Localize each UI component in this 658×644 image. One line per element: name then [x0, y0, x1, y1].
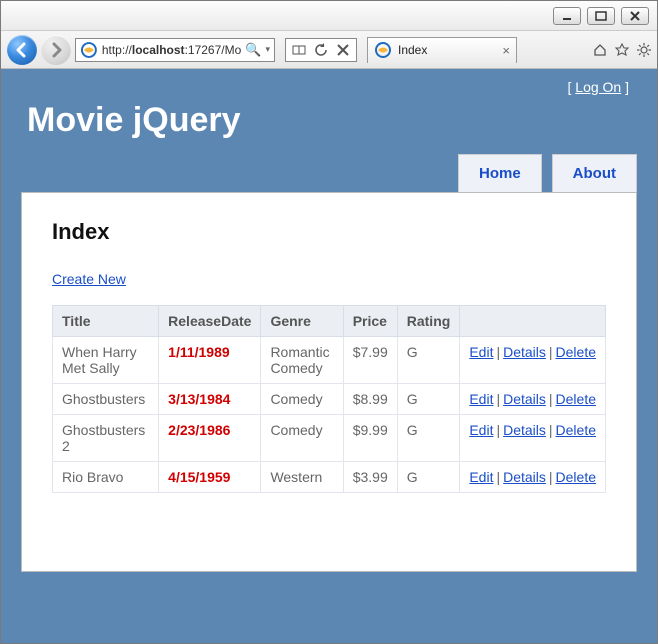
cell-release: 3/13/1984	[159, 384, 261, 415]
col-genre: Genre	[261, 306, 343, 337]
site-title: Movie jQuery	[27, 101, 637, 140]
ie-icon	[80, 41, 98, 59]
logon-close: ]	[621, 79, 629, 95]
cell-genre: Romantic Comedy	[261, 337, 343, 384]
toolbar-icons	[593, 43, 651, 57]
cell-release: 1/11/1989	[159, 337, 261, 384]
col-actions	[460, 306, 606, 337]
tab-close-icon[interactable]: ×	[502, 43, 510, 58]
cell-title: Ghostbusters 2	[53, 415, 159, 462]
address-tools	[285, 38, 357, 62]
tools-icon[interactable]	[637, 43, 651, 57]
movies-table: Title ReleaseDate Genre Price Rating Whe…	[52, 305, 606, 493]
url-text: http://localhost:17267/Mo	[102, 43, 241, 57]
col-title: Title	[53, 306, 159, 337]
refresh-icon[interactable]	[314, 43, 328, 57]
logon-link[interactable]: Log On	[575, 79, 621, 95]
delete-link[interactable]: Delete	[556, 469, 596, 485]
details-link[interactable]: Details	[503, 344, 546, 360]
site-nav: Home About	[21, 154, 637, 192]
cell-rating: G	[397, 384, 460, 415]
col-price: Price	[343, 306, 397, 337]
edit-link[interactable]: Edit	[469, 344, 493, 360]
dropdown-icon[interactable]: ▾	[265, 44, 270, 55]
cell-genre: Comedy	[261, 384, 343, 415]
cell-actions: Edit|Details|Delete	[460, 462, 606, 493]
url-rest: :17267/Mo	[185, 43, 242, 57]
nav-about[interactable]: About	[552, 154, 637, 192]
search-icon[interactable]: 🔍	[245, 42, 261, 58]
edit-link[interactable]: Edit	[469, 391, 493, 407]
cell-actions: Edit|Details|Delete	[460, 337, 606, 384]
url-host: localhost	[132, 43, 185, 57]
delete-link[interactable]: Delete	[556, 391, 596, 407]
cell-actions: Edit|Details|Delete	[460, 384, 606, 415]
details-link[interactable]: Details	[503, 469, 546, 485]
table-row: Ghostbusters 22/23/1986Comedy$9.99GEdit|…	[53, 415, 606, 462]
cell-title: When Harry Met Sally	[53, 337, 159, 384]
cell-price: $9.99	[343, 415, 397, 462]
browser-window: http://localhost:17267/Mo 🔍 ▾ Index × [ …	[0, 0, 658, 644]
cell-rating: G	[397, 337, 460, 384]
main-panel: Index Create New Title ReleaseDate Genre…	[21, 192, 637, 572]
delete-link[interactable]: Delete	[556, 344, 596, 360]
create-new-link[interactable]: Create New	[52, 271, 126, 287]
cell-title: Rio Bravo	[53, 462, 159, 493]
window-titlebar	[1, 1, 657, 31]
logon-bar: [ Log On ]	[21, 69, 637, 95]
cell-release: 2/23/1986	[159, 415, 261, 462]
browser-toolbar: http://localhost:17267/Mo 🔍 ▾ Index ×	[1, 31, 657, 69]
browser-tab[interactable]: Index ×	[367, 37, 517, 63]
ie-icon	[374, 41, 392, 59]
nav-home[interactable]: Home	[458, 154, 542, 192]
cell-release: 4/15/1959	[159, 462, 261, 493]
delete-link[interactable]: Delete	[556, 422, 596, 438]
home-icon[interactable]	[593, 43, 607, 57]
tab-title: Index	[398, 43, 427, 57]
maximize-button[interactable]	[587, 7, 615, 25]
edit-link[interactable]: Edit	[469, 422, 493, 438]
cell-price: $3.99	[343, 462, 397, 493]
edit-link[interactable]: Edit	[469, 469, 493, 485]
table-row: Rio Bravo4/15/1959Western$3.99GEdit|Deta…	[53, 462, 606, 493]
stop-icon[interactable]	[336, 43, 350, 57]
table-header-row: Title ReleaseDate Genre Price Rating	[53, 306, 606, 337]
cell-title: Ghostbusters	[53, 384, 159, 415]
back-button[interactable]	[7, 35, 37, 65]
cell-genre: Comedy	[261, 415, 343, 462]
minimize-button[interactable]	[553, 7, 581, 25]
details-link[interactable]: Details	[503, 391, 546, 407]
details-link[interactable]: Details	[503, 422, 546, 438]
favorites-icon[interactable]	[615, 43, 629, 57]
col-rating: Rating	[397, 306, 460, 337]
forward-button[interactable]	[41, 35, 71, 65]
address-bar[interactable]: http://localhost:17267/Mo 🔍 ▾	[75, 38, 275, 62]
cell-price: $8.99	[343, 384, 397, 415]
table-row: When Harry Met Sally1/11/1989Romantic Co…	[53, 337, 606, 384]
cell-price: $7.99	[343, 337, 397, 384]
tab-strip: Index ×	[367, 37, 583, 63]
table-row: Ghostbusters3/13/1984Comedy$8.99GEdit|De…	[53, 384, 606, 415]
col-release: ReleaseDate	[159, 306, 261, 337]
close-button[interactable]	[621, 7, 649, 25]
page-heading: Index	[52, 219, 606, 245]
compat-icon[interactable]	[292, 43, 306, 57]
cell-rating: G	[397, 462, 460, 493]
page-content-area: [ Log On ] Movie jQuery Home About Index…	[1, 69, 657, 643]
cell-rating: G	[397, 415, 460, 462]
cell-actions: Edit|Details|Delete	[460, 415, 606, 462]
cell-genre: Western	[261, 462, 343, 493]
url-prefix: http://	[102, 43, 132, 57]
